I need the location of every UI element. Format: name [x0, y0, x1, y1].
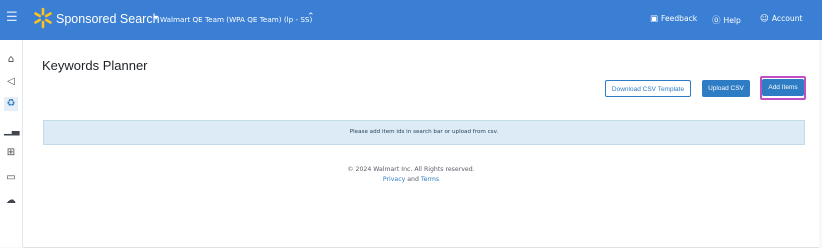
team-selector[interactable]: Walmart QE Team (WPA QE Team) (lp - SS) [160, 15, 312, 24]
team-selector-caret-icon[interactable]: ⌃ [307, 12, 315, 22]
bar-chart-icon[interactable]: ▁▃ [4, 124, 19, 138]
calendar-plus-icon[interactable]: ⊞ [4, 146, 18, 160]
terms-link[interactable]: Terms [421, 176, 439, 183]
walmart-spark-logo [34, 7, 52, 29]
top-navigation-bar: ☰ Sponsored Search ▾ Walmart QE Team (WP… [0, 0, 822, 40]
account-icon: ☺ [760, 14, 769, 24]
upload-csv-button[interactable]: Upload CSV [702, 80, 750, 97]
privacy-link[interactable]: Privacy [383, 176, 405, 183]
help-label: Help [723, 16, 741, 25]
app-name[interactable]: Sponsored Search [56, 12, 160, 26]
hamburger-icon[interactable]: ☰ [6, 10, 18, 25]
feedback-label: Feedback [661, 14, 698, 23]
footer-and-text: and [407, 176, 419, 183]
info-notice: Please add item ids in search bar or upl… [43, 120, 805, 145]
recycle-icon[interactable]: ♻ [4, 97, 18, 111]
help-icon: ⓪ [712, 16, 721, 26]
app-switcher-caret-icon[interactable]: ▾ [154, 13, 158, 22]
account-label: Account [771, 14, 803, 23]
feedback-link[interactable]: ▣ Feedback [650, 14, 697, 24]
megaphone-icon[interactable]: ◁ [4, 75, 18, 89]
home-icon[interactable]: ⌂ [4, 53, 18, 67]
help-link[interactable]: ⓪ Help [712, 14, 741, 26]
download-csv-template-button[interactable]: Download CSV Template [605, 80, 691, 97]
side-navigation: ⌂ ◁ ♻ ▁▃ ⊞ ▭ ☁ [0, 40, 23, 247]
feedback-icon: ▣ [650, 14, 659, 24]
copyright-text: © 2024 Walmart Inc. All Rights reserved. [347, 166, 475, 173]
page-title: Keywords Planner [42, 58, 148, 73]
cloud-upload-icon[interactable]: ☁ [4, 194, 18, 208]
account-menu[interactable]: ☺ Account [760, 14, 803, 24]
add-items-button[interactable]: Add Items [762, 79, 804, 96]
footer-links: Privacy and Terms [0, 176, 822, 183]
